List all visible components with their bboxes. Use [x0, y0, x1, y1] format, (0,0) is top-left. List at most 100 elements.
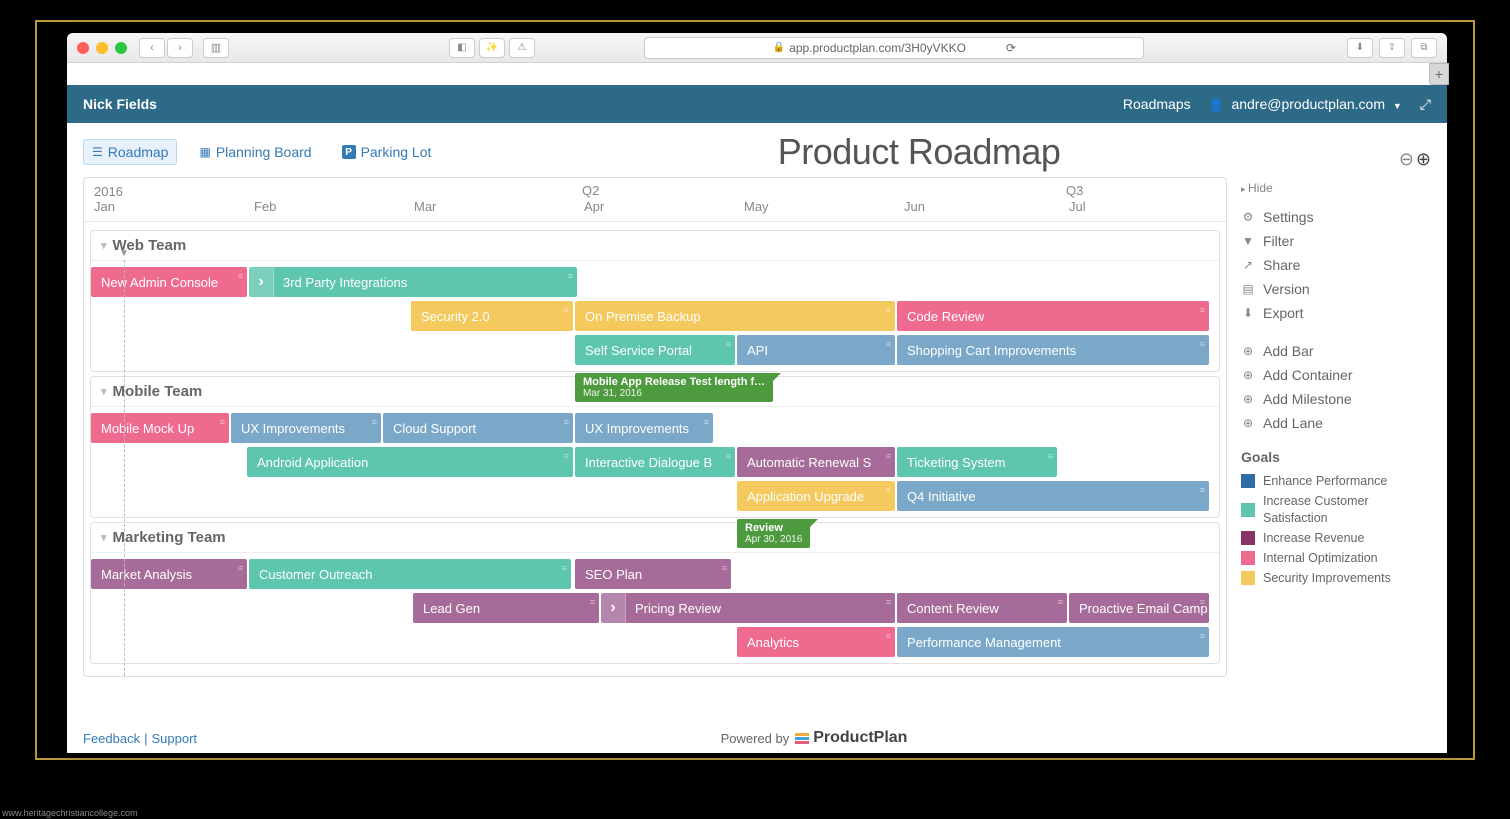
user-menu[interactable]: 👤 andre@productplan.com ▼ — [1209, 96, 1402, 112]
drag-handle-icon[interactable]: ≡ — [1048, 451, 1053, 461]
roadmap-bar[interactable]: UX Improvements≡ — [575, 413, 713, 443]
drag-handle-icon[interactable]: ≡ — [564, 305, 569, 315]
sidebar-version[interactable]: ▤Version — [1241, 277, 1431, 301]
roadmap-bar[interactable]: Android Application≡ — [247, 447, 573, 477]
feedback-link[interactable]: Feedback — [83, 731, 140, 746]
minimize-window-icon[interactable] — [96, 42, 108, 54]
roadmap-bar[interactable]: Shopping Cart Improvements≡ — [897, 335, 1209, 365]
drag-handle-icon[interactable]: ≡ — [704, 417, 709, 427]
toolbar-icon-1[interactable]: ◧ — [449, 38, 475, 58]
milestone-flag[interactable]: Mobile App Release Test length f…Mar 31,… — [575, 373, 773, 402]
drag-handle-icon[interactable]: ≡ — [220, 417, 225, 427]
sidebar-add-container[interactable]: ⊕Add Container — [1241, 363, 1431, 387]
drag-handle-icon[interactable]: ≡ — [564, 417, 569, 427]
roadmap-bar[interactable]: Cloud Support≡ — [383, 413, 573, 443]
roadmap-bar[interactable]: Pricing Review≡ — [601, 593, 895, 623]
roadmap-bar[interactable]: Customer Outreach≡ — [249, 559, 571, 589]
toolbar-warning-icon[interactable]: ⚠ — [509, 38, 535, 58]
drag-handle-icon[interactable]: ≡ — [568, 271, 573, 281]
sidebar-toggle-button[interactable]: ▥ — [203, 38, 229, 58]
sidebar-filter[interactable]: ▼Filter — [1241, 229, 1431, 253]
roadmap-bar[interactable]: SEO Plan≡ — [575, 559, 731, 589]
tab-planning-board[interactable]: ▦Planning Board — [191, 139, 319, 165]
forward-button[interactable]: › — [167, 38, 193, 58]
roadmap-bar[interactable]: On Premise Backup≡ — [575, 301, 895, 331]
drag-handle-icon[interactable]: ≡ — [726, 451, 731, 461]
drag-handle-icon[interactable]: ≡ — [886, 597, 891, 607]
zoom-in-button[interactable]: ⊕ — [1416, 149, 1431, 170]
drag-handle-icon[interactable]: ≡ — [1200, 597, 1205, 607]
drag-handle-icon[interactable]: ≡ — [238, 271, 243, 281]
roadmap-bar[interactable]: API≡ — [737, 335, 895, 365]
drag-handle-icon[interactable]: ≡ — [886, 631, 891, 641]
roadmap-bar[interactable]: Security 2.0≡ — [411, 301, 573, 331]
share-icon[interactable]: ⇪ — [1379, 38, 1405, 58]
drag-handle-icon[interactable]: ≡ — [886, 339, 891, 349]
roadmap-bar[interactable]: Ticketing System≡ — [897, 447, 1057, 477]
roadmap-bar[interactable]: Content Review≡ — [897, 593, 1067, 623]
drag-handle-icon[interactable]: ≡ — [372, 417, 377, 427]
sidebar-share[interactable]: ↗Share — [1241, 253, 1431, 277]
roadmap-bar[interactable]: UX Improvements≡ — [231, 413, 381, 443]
sidebar-export[interactable]: ⬇Export — [1241, 301, 1431, 325]
maximize-window-icon[interactable] — [115, 42, 127, 54]
roadmap-bar[interactable]: Mobile Mock Up≡ — [91, 413, 229, 443]
roadmap-bar[interactable]: Analytics≡ — [737, 627, 895, 657]
drag-handle-icon[interactable]: ≡ — [562, 563, 567, 573]
roadmap-bar[interactable]: Application Upgrade ≡ — [737, 481, 895, 511]
drag-handle-icon[interactable]: ≡ — [238, 563, 243, 573]
roadmap-bar[interactable]: Proactive Email Camp≡ — [1069, 593, 1209, 623]
reload-icon[interactable]: ⟳ — [1006, 41, 1016, 55]
tab-parking-lot[interactable]: PParking Lot — [334, 139, 440, 165]
back-button[interactable]: ‹ — [139, 38, 165, 58]
goal-item[interactable]: Increase Customer Satisfaction — [1241, 491, 1431, 528]
tab-roadmap[interactable]: ☰Roadmap — [83, 139, 177, 165]
goal-item[interactable]: Internal Optimization — [1241, 548, 1431, 568]
drag-handle-icon[interactable]: ≡ — [886, 485, 891, 495]
drag-handle-icon[interactable]: ≡ — [1200, 631, 1205, 641]
url-bar[interactable]: 🔒 app.productplan.com/3H0yVKKO ⟳ — [644, 37, 1144, 59]
fullscreen-icon[interactable]: ⤢ — [1420, 96, 1431, 113]
roadmap-bar[interactable]: Code Review≡ — [897, 301, 1209, 331]
tabs-icon[interactable]: ⧉ — [1411, 38, 1437, 58]
toolbar-icon-2[interactable]: ✨ — [479, 38, 505, 58]
milestone-flag[interactable]: ReviewApr 30, 2016 — [737, 519, 810, 548]
drag-handle-icon[interactable]: ≡ — [886, 305, 891, 315]
roadmap-bar[interactable]: Self Service Portal≡ — [575, 335, 735, 365]
sidebar-add-bar[interactable]: ⊕Add Bar — [1241, 339, 1431, 363]
drag-handle-icon[interactable]: ≡ — [564, 451, 569, 461]
goal-item[interactable]: Enhance Performance — [1241, 471, 1431, 491]
sidebar-settings[interactable]: ⚙Settings — [1241, 205, 1431, 229]
user-icon: 👤 — [1209, 98, 1224, 112]
drag-handle-icon[interactable]: ≡ — [590, 597, 595, 607]
new-tab-button[interactable]: + — [1429, 63, 1449, 85]
lane-header[interactable]: ▾Web Team — [91, 231, 1219, 261]
roadmap-bar[interactable]: Automatic Renewal S≡ — [737, 447, 895, 477]
roadmap-bar[interactable]: Interactive Dialogue B≡ — [575, 447, 735, 477]
drag-handle-icon[interactable]: ≡ — [722, 563, 727, 573]
zoom-out-button[interactable]: ⊖ — [1399, 149, 1414, 170]
support-link[interactable]: Support — [151, 731, 197, 746]
download-icon[interactable]: ⬇ — [1347, 38, 1373, 58]
drag-handle-icon[interactable]: ≡ — [1058, 597, 1063, 607]
drag-handle-icon[interactable]: ≡ — [1200, 485, 1205, 495]
roadmap-bar[interactable]: Lead Gen≡ — [413, 593, 599, 623]
sidebar-add-milestone[interactable]: ⊕Add Milestone — [1241, 387, 1431, 411]
hide-sidebar-button[interactable]: Hide — [1241, 181, 1431, 195]
close-window-icon[interactable] — [77, 42, 89, 54]
lane-header[interactable]: ▾Marketing Team — [91, 523, 1219, 553]
roadmap-bar[interactable]: Q4 Initiative≡ — [897, 481, 1209, 511]
roadmap-bar[interactable]: New Admin Console≡ — [91, 267, 247, 297]
bar-label: Application Upgrade — [747, 489, 864, 504]
goal-item[interactable]: Security Improvements — [1241, 568, 1431, 588]
roadmap-bar[interactable]: Market Analysis≡ — [91, 559, 247, 589]
drag-handle-icon[interactable]: ≡ — [1200, 305, 1205, 315]
drag-handle-icon[interactable]: ≡ — [886, 451, 891, 461]
roadmap-bar[interactable]: 3rd Party Integrations≡ — [249, 267, 577, 297]
roadmaps-link[interactable]: Roadmaps — [1123, 96, 1191, 112]
drag-handle-icon[interactable]: ≡ — [726, 339, 731, 349]
drag-handle-icon[interactable]: ≡ — [1200, 339, 1205, 349]
roadmap-bar[interactable]: Performance Management≡ — [897, 627, 1209, 657]
goal-item[interactable]: Increase Revenue — [1241, 528, 1431, 548]
sidebar-add-lane[interactable]: ⊕Add Lane — [1241, 411, 1431, 435]
